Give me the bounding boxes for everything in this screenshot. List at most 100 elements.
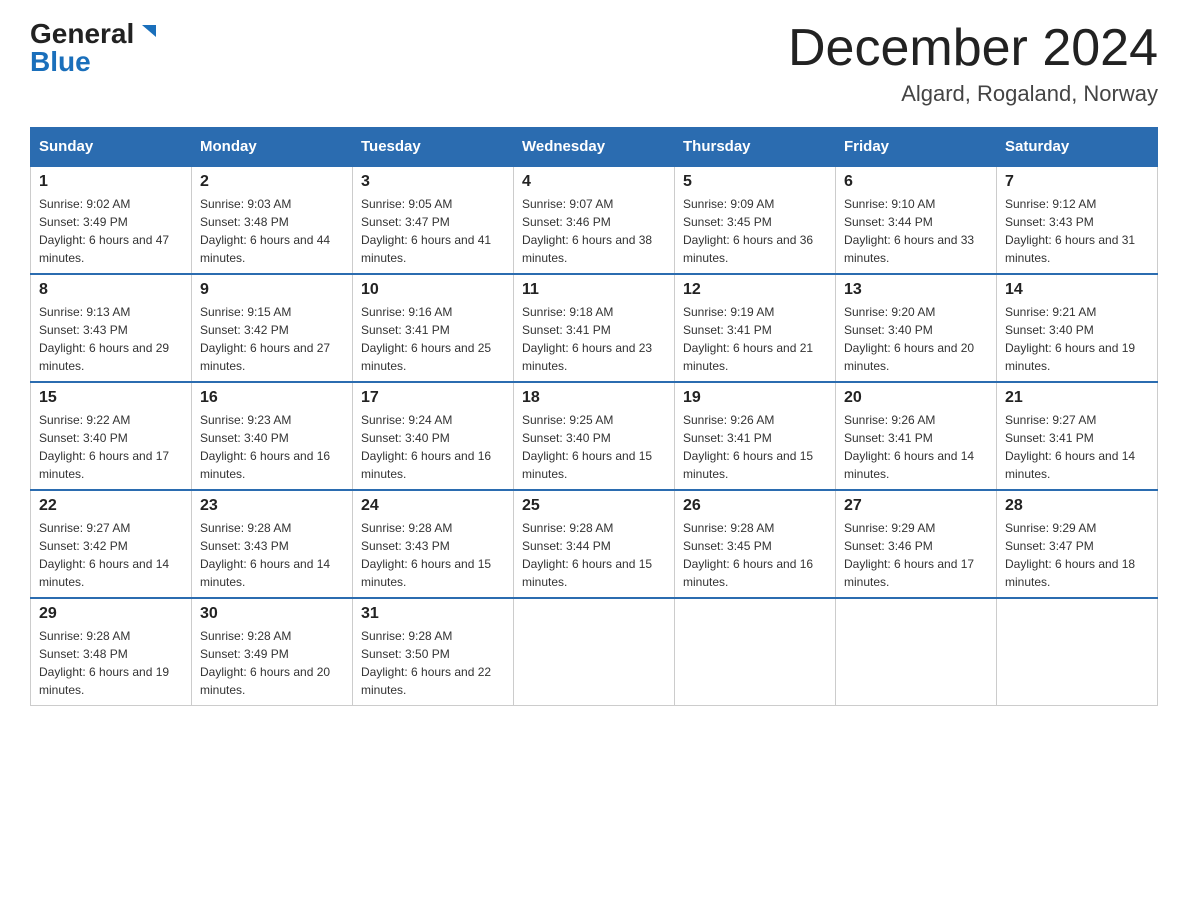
day-number: 6 xyxy=(844,173,988,191)
calendar-cell: 25 Sunrise: 9:28 AMSunset: 3:44 PMDayligh… xyxy=(514,490,675,598)
day-number: 22 xyxy=(39,497,183,515)
day-number: 9 xyxy=(200,281,344,299)
calendar-cell: 18 Sunrise: 9:25 AMSunset: 3:40 PMDayligh… xyxy=(514,382,675,490)
day-number: 5 xyxy=(683,173,827,191)
day-number: 31 xyxy=(361,605,505,623)
day-number: 11 xyxy=(522,281,666,299)
day-number: 25 xyxy=(522,497,666,515)
day-info: Sunrise: 9:15 AMSunset: 3:42 PMDaylight:… xyxy=(200,303,344,375)
logo-blue-text: Blue xyxy=(30,48,91,76)
day-info: Sunrise: 9:07 AMSunset: 3:46 PMDaylight:… xyxy=(522,195,666,267)
day-number: 29 xyxy=(39,605,183,623)
day-number: 27 xyxy=(844,497,988,515)
day-number: 26 xyxy=(683,497,827,515)
calendar-cell: 22Sunrise: 9:27 AMSunset: 3:42 PMDayligh… xyxy=(31,490,192,598)
day-info: Sunrise: 9:05 AMSunset: 3:47 PMDaylight:… xyxy=(361,195,505,267)
calendar-cell: 16 Sunrise: 9:23 AMSunset: 3:40 PMDayligh… xyxy=(192,382,353,490)
header-saturday: Saturday xyxy=(997,128,1158,167)
week-row-2: 8Sunrise: 9:13 AMSunset: 3:43 PMDaylight… xyxy=(31,274,1158,382)
calendar-cell: 17 Sunrise: 9:24 AMSunset: 3:40 PMDayligh… xyxy=(353,382,514,490)
calendar-cell: 10 Sunrise: 9:16 AMSunset: 3:41 PMDayligh… xyxy=(353,274,514,382)
day-number: 15 xyxy=(39,389,183,407)
calendar-cell: 28Sunrise: 9:29 AMSunset: 3:47 PMDayligh… xyxy=(997,490,1158,598)
week-row-5: 29 Sunrise: 9:28 AMSunset: 3:48 PMDayligh… xyxy=(31,598,1158,706)
day-info: Sunrise: 9:22 AMSunset: 3:40 PMDaylight:… xyxy=(39,411,183,483)
calendar-cell: 24 Sunrise: 9:28 AMSunset: 3:43 PMDayligh… xyxy=(353,490,514,598)
header-tuesday: Tuesday xyxy=(353,128,514,167)
day-info: Sunrise: 9:19 AMSunset: 3:41 PMDaylight:… xyxy=(683,303,827,375)
day-info: Sunrise: 9:18 AMSunset: 3:41 PMDaylight:… xyxy=(522,303,666,375)
calendar-cell: 11 Sunrise: 9:18 AMSunset: 3:41 PMDayligh… xyxy=(514,274,675,382)
day-number: 17 xyxy=(361,389,505,407)
day-info: Sunrise: 9:02 AMSunset: 3:49 PMDaylight:… xyxy=(39,195,183,267)
day-info: Sunrise: 9:28 AMSunset: 3:48 PMDaylight:… xyxy=(39,627,183,699)
day-info: Sunrise: 9:28 AMSunset: 3:45 PMDaylight:… xyxy=(683,519,827,591)
calendar-cell: 7 Sunrise: 9:12 AMSunset: 3:43 PMDaylight… xyxy=(997,166,1158,274)
day-info: Sunrise: 9:28 AMSunset: 3:43 PMDaylight:… xyxy=(361,519,505,591)
day-info: Sunrise: 9:20 AMSunset: 3:40 PMDaylight:… xyxy=(844,303,988,375)
day-info: Sunrise: 9:09 AMSunset: 3:45 PMDaylight:… xyxy=(683,195,827,267)
day-number: 16 xyxy=(200,389,344,407)
day-info: Sunrise: 9:03 AMSunset: 3:48 PMDaylight:… xyxy=(200,195,344,267)
calendar-cell xyxy=(675,598,836,706)
header-sunday: Sunday xyxy=(31,128,192,167)
calendar-cell: 4 Sunrise: 9:07 AMSunset: 3:46 PMDaylight… xyxy=(514,166,675,274)
weekday-header-row: Sunday Monday Tuesday Wednesday Thursday… xyxy=(31,128,1158,167)
calendar-cell: 3Sunrise: 9:05 AMSunset: 3:47 PMDaylight… xyxy=(353,166,514,274)
day-info: Sunrise: 9:12 AMSunset: 3:43 PMDaylight:… xyxy=(1005,195,1149,267)
calendar-cell: 14Sunrise: 9:21 AMSunset: 3:40 PMDayligh… xyxy=(997,274,1158,382)
calendar-cell: 12Sunrise: 9:19 AMSunset: 3:41 PMDayligh… xyxy=(675,274,836,382)
calendar-title: December 2024 xyxy=(788,20,1158,77)
day-number: 2 xyxy=(200,173,344,191)
day-info: Sunrise: 9:21 AMSunset: 3:40 PMDaylight:… xyxy=(1005,303,1149,375)
header-monday: Monday xyxy=(192,128,353,167)
calendar-table: Sunday Monday Tuesday Wednesday Thursday… xyxy=(30,127,1158,706)
day-number: 18 xyxy=(522,389,666,407)
day-number: 20 xyxy=(844,389,988,407)
day-number: 4 xyxy=(522,173,666,191)
day-info: Sunrise: 9:29 AMSunset: 3:47 PMDaylight:… xyxy=(1005,519,1149,591)
day-info: Sunrise: 9:28 AMSunset: 3:44 PMDaylight:… xyxy=(522,519,666,591)
day-number: 21 xyxy=(1005,389,1149,407)
calendar-cell: 21Sunrise: 9:27 AMSunset: 3:41 PMDayligh… xyxy=(997,382,1158,490)
day-info: Sunrise: 9:13 AMSunset: 3:43 PMDaylight:… xyxy=(39,303,183,375)
calendar-cell: 9 Sunrise: 9:15 AMSunset: 3:42 PMDaylight… xyxy=(192,274,353,382)
calendar-cell: 6 Sunrise: 9:10 AMSunset: 3:44 PMDaylight… xyxy=(836,166,997,274)
page-header: General Blue December 2024 Algard, Rogal… xyxy=(30,20,1158,107)
day-number: 30 xyxy=(200,605,344,623)
title-section: December 2024 Algard, Rogaland, Norway xyxy=(788,20,1158,107)
calendar-cell: 1Sunrise: 9:02 AMSunset: 3:49 PMDaylight… xyxy=(31,166,192,274)
day-number: 7 xyxy=(1005,173,1149,191)
logo-general-text: General xyxy=(30,20,134,48)
logo-icon xyxy=(136,21,158,43)
calendar-cell: 19 Sunrise: 9:26 AMSunset: 3:41 PMDayligh… xyxy=(675,382,836,490)
calendar-cell xyxy=(514,598,675,706)
calendar-cell: 15 Sunrise: 9:22 AMSunset: 3:40 PMDayligh… xyxy=(31,382,192,490)
day-info: Sunrise: 9:23 AMSunset: 3:40 PMDaylight:… xyxy=(200,411,344,483)
day-info: Sunrise: 9:25 AMSunset: 3:40 PMDaylight:… xyxy=(522,411,666,483)
day-info: Sunrise: 9:16 AMSunset: 3:41 PMDaylight:… xyxy=(361,303,505,375)
calendar-cell: 30 Sunrise: 9:28 AMSunset: 3:49 PMDayligh… xyxy=(192,598,353,706)
day-info: Sunrise: 9:29 AMSunset: 3:46 PMDaylight:… xyxy=(844,519,988,591)
day-number: 19 xyxy=(683,389,827,407)
day-info: Sunrise: 9:26 AMSunset: 3:41 PMDaylight:… xyxy=(844,411,988,483)
day-number: 24 xyxy=(361,497,505,515)
day-number: 23 xyxy=(200,497,344,515)
calendar-cell: 2 Sunrise: 9:03 AMSunset: 3:48 PMDaylight… xyxy=(192,166,353,274)
calendar-cell: 26 Sunrise: 9:28 AMSunset: 3:45 PMDayligh… xyxy=(675,490,836,598)
day-info: Sunrise: 9:28 AMSunset: 3:49 PMDaylight:… xyxy=(200,627,344,699)
day-number: 10 xyxy=(361,281,505,299)
day-info: Sunrise: 9:28 AMSunset: 3:43 PMDaylight:… xyxy=(200,519,344,591)
week-row-1: 1Sunrise: 9:02 AMSunset: 3:49 PMDaylight… xyxy=(31,166,1158,274)
calendar-cell xyxy=(836,598,997,706)
calendar-cell: 23 Sunrise: 9:28 AMSunset: 3:43 PMDayligh… xyxy=(192,490,353,598)
day-info: Sunrise: 9:26 AMSunset: 3:41 PMDaylight:… xyxy=(683,411,827,483)
day-number: 13 xyxy=(844,281,988,299)
calendar-header: Sunday Monday Tuesday Wednesday Thursday… xyxy=(31,128,1158,167)
header-friday: Friday xyxy=(836,128,997,167)
week-row-4: 22Sunrise: 9:27 AMSunset: 3:42 PMDayligh… xyxy=(31,490,1158,598)
day-info: Sunrise: 9:10 AMSunset: 3:44 PMDaylight:… xyxy=(844,195,988,267)
calendar-cell: 20 Sunrise: 9:26 AMSunset: 3:41 PMDayligh… xyxy=(836,382,997,490)
week-row-3: 15 Sunrise: 9:22 AMSunset: 3:40 PMDayligh… xyxy=(31,382,1158,490)
day-info: Sunrise: 9:24 AMSunset: 3:40 PMDaylight:… xyxy=(361,411,505,483)
